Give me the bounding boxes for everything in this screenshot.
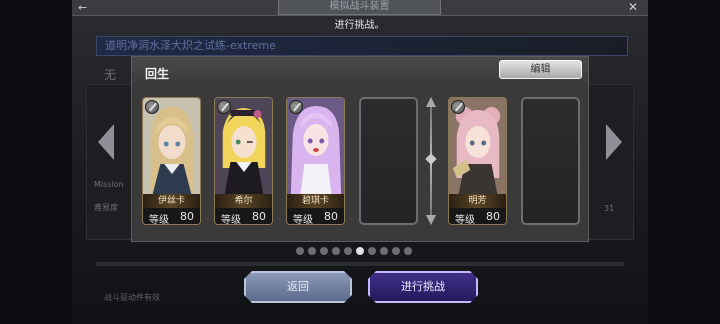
card-level-row: 等级 80 xyxy=(215,208,272,225)
left-edge xyxy=(0,0,72,324)
close-icon[interactable]: ✕ xyxy=(626,1,640,15)
character-card-3[interactable]: 碧琪卡 等级 80 xyxy=(286,97,345,225)
card-name: 碧琪卡 xyxy=(287,194,344,208)
difficulty-label: 难易度 xyxy=(94,203,118,212)
card-level-row: 等级 80 xyxy=(287,208,344,225)
card-name: 伊丝卡 xyxy=(143,194,200,208)
chevron-left-icon[interactable] xyxy=(98,124,114,160)
sword-badge-icon xyxy=(451,100,465,114)
modal-header: 回生 编辑 xyxy=(132,57,588,85)
top-hint: 进行挑战。 xyxy=(334,20,385,31)
support-divider xyxy=(424,97,438,225)
party-modal: 回生 编辑 伊丝卡 等级 80 希尔 等级 80 碧琪卡 等级 80 明芳 等级… xyxy=(131,56,589,242)
card-name: 希尔 xyxy=(215,194,272,208)
page-dot[interactable] xyxy=(356,247,364,255)
background-strip xyxy=(96,262,624,266)
back-arrow-icon[interactable]: ← xyxy=(78,2,100,13)
page-dot[interactable] xyxy=(344,247,352,255)
page-dot[interactable] xyxy=(308,247,316,255)
sword-badge-icon xyxy=(217,100,231,114)
level-value: 80 xyxy=(486,210,500,223)
page-dot[interactable] xyxy=(380,247,388,255)
empty-party-slot[interactable] xyxy=(359,97,418,225)
level-label: 等级 xyxy=(221,215,241,225)
page-indicator xyxy=(296,247,412,257)
card-level-row: 等级 80 xyxy=(143,208,200,225)
support-card[interactable]: 明芳 等级 80 xyxy=(448,97,507,225)
start-challenge-button[interactable]: 进行挑战 xyxy=(368,271,478,303)
back-button[interactable]: 返回 xyxy=(244,271,352,303)
side-count: 31 xyxy=(604,204,615,213)
top-tab: 模拟战斗装置 xyxy=(278,0,441,15)
mission-label: Mission xyxy=(94,180,124,189)
quest-title: 道明净洞水泽大炽之试练-extreme xyxy=(96,36,628,56)
page-dot[interactable] xyxy=(296,247,304,255)
card-name: 明芳 xyxy=(449,194,506,208)
card-level-row: 等级 80 xyxy=(449,208,506,225)
edit-button[interactable]: 编辑 xyxy=(499,60,582,79)
page-dot[interactable] xyxy=(332,247,340,255)
empty-support-slot[interactable] xyxy=(521,97,580,225)
level-value: 80 xyxy=(324,210,338,223)
sword-badge-icon xyxy=(289,100,303,114)
character-card-1[interactable]: 伊丝卡 等级 80 xyxy=(142,97,201,225)
level-value: 80 xyxy=(180,210,194,223)
sub-label: 无 xyxy=(104,68,117,82)
page-dot[interactable] xyxy=(392,247,400,255)
sword-badge-icon xyxy=(145,100,159,114)
modal-title: 回生 xyxy=(145,67,170,81)
right-edge xyxy=(648,0,720,324)
chevron-right-icon[interactable] xyxy=(606,124,622,160)
level-value: 80 xyxy=(252,210,266,223)
level-label: 等级 xyxy=(149,215,169,225)
level-label: 等级 xyxy=(455,215,475,225)
level-label: 等级 xyxy=(293,215,313,225)
character-card-2[interactable]: 希尔 等级 80 xyxy=(214,97,273,225)
page-dot[interactable] xyxy=(368,247,376,255)
bottom-tip: 战斗驱动件有效 xyxy=(104,293,160,302)
page-dot[interactable] xyxy=(320,247,328,255)
page-dot[interactable] xyxy=(404,247,412,255)
